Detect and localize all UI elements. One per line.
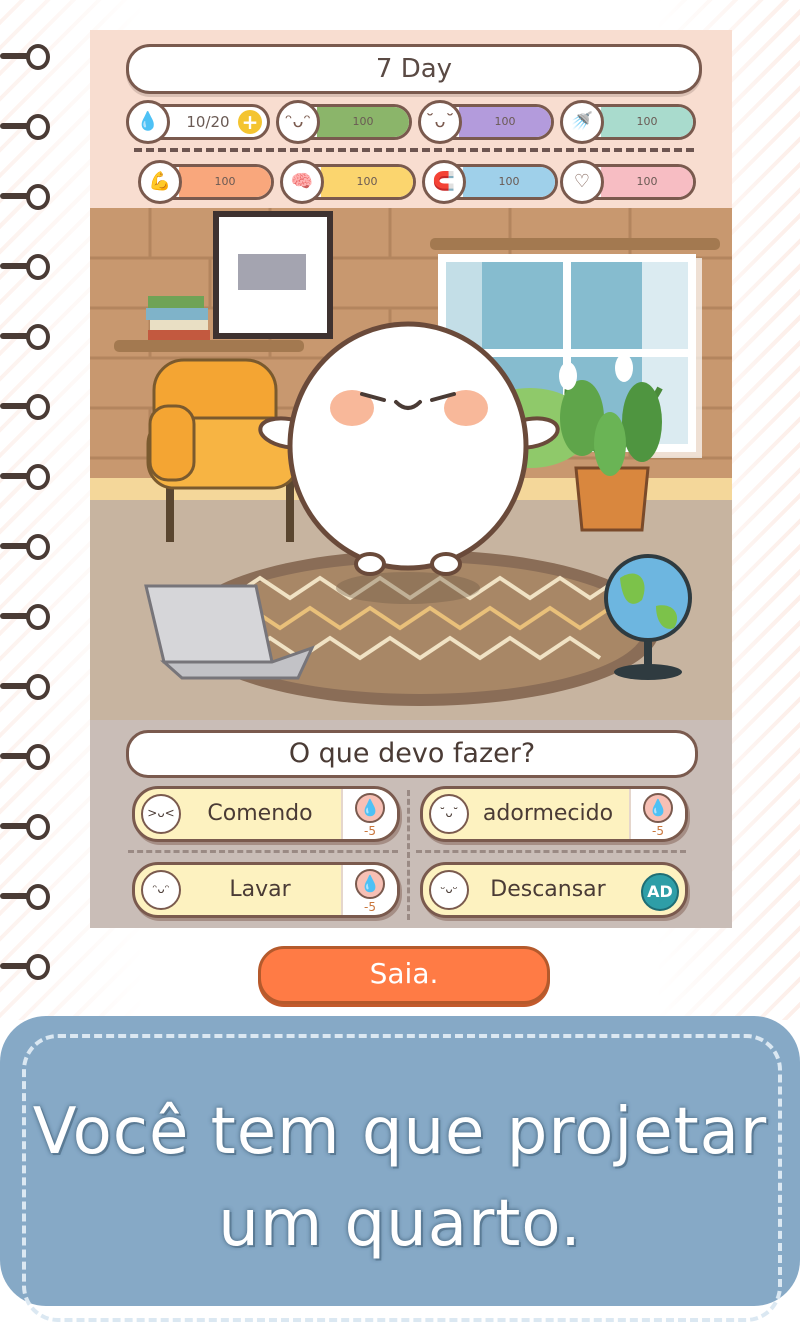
food-value: 100 [352,115,374,128]
cost-value: -5 [364,824,376,838]
water-drop-icon: 💧 [355,793,385,823]
cost-value: -5 [652,824,664,838]
sleep-button[interactable]: ˘ᴗ˘ adormecido 💧 -5 [420,786,688,842]
divider [128,850,398,853]
ad-badge: AD [641,873,679,911]
spiral-ring [0,184,50,210]
question-prompt: O que devo fazer? [126,730,698,778]
spiral-ring [0,254,50,280]
cost-value: -5 [364,900,376,914]
shower-value: 100 [636,115,658,128]
magnet-icon: 🧲 [422,160,466,204]
sleep-face-icon: ˘ᴗ˘ [418,100,462,144]
divider [407,790,410,920]
wash-button[interactable]: ᵔᴗᵔ Lavar 💧 -5 [132,862,400,918]
spiral-ring [0,324,50,350]
banner-line-1: Você tem que projetar [32,1095,768,1169]
choice-label: Descansar [490,877,606,902]
brain-icon: 🧠 [280,160,324,204]
spiral-ring [0,44,50,70]
resting-face-icon: ᵕᴗᵕ [429,870,469,910]
action-panel: O que devo fazer? >ᴗ< Comendo 💧 -5 ˘ᴗ˘ a… [90,720,732,928]
banner-line-2: um quarto. [218,1187,582,1261]
sleeping-face-icon: ˘ᴗ˘ [429,794,469,834]
room-scene[interactable] [90,208,732,720]
exit-button[interactable]: Saia. [258,946,550,1004]
room-illustration [90,208,732,720]
banner-text: Você tem que projetar um quarto. [0,1086,800,1270]
game-notebook: 7 Day 10/20 💧 + 100 ᵔᴗᵔ 100 ˘ᴗ˘ 100 🚿 10… [90,30,732,928]
water-value: 10/20 [186,113,230,131]
rest-button[interactable]: ᵕᴗᵕ Descansar AD [420,862,688,918]
spiral-ring [0,394,50,420]
divider [134,148,694,152]
choice-label: adormecido [482,801,614,826]
spiral-ring [0,114,50,140]
cost-panel: 💧 -5 [629,789,685,839]
eating-face-icon: >ᴗ< [141,794,181,834]
strength-arm-icon: 💪 [138,160,182,204]
day-counter: 7 Day [126,44,702,94]
cost-panel: 💧 -5 [341,789,397,839]
shower-icon: 🚿 [560,100,604,144]
eat-button[interactable]: >ᴗ< Comendo 💧 -5 [132,786,400,842]
washing-face-icon: ᵔᴗᵔ [141,870,181,910]
magnet-value: 100 [498,175,520,188]
water-drop-icon: 💧 [643,793,673,823]
water-drop-icon: 💧 [355,869,385,899]
promo-banner: Você tem que projetar um quarto. [0,1016,800,1322]
spiral-ring [0,744,50,770]
sleep-value: 100 [494,115,516,128]
spiral-ring [0,884,50,910]
brain-value: 100 [356,175,378,188]
cost-panel: 💧 -5 [341,865,397,915]
choice-label: Comendo [207,801,313,826]
strength-value: 100 [214,175,236,188]
spiral-ring [0,534,50,560]
spiral-ring [0,814,50,840]
spiral-ring [0,604,50,630]
spiral-ring [0,464,50,490]
divider [416,850,686,853]
choice-label: Lavar [229,877,291,902]
spiral-ring [0,954,50,980]
heart-icon: ♡ [560,160,604,204]
spiral-ring [0,674,50,700]
add-water-button[interactable]: + [238,110,262,134]
food-face-icon: ᵔᴗᵔ [276,100,320,144]
heart-value: 100 [636,175,658,188]
water-drop-icon: 💧 [126,100,170,144]
